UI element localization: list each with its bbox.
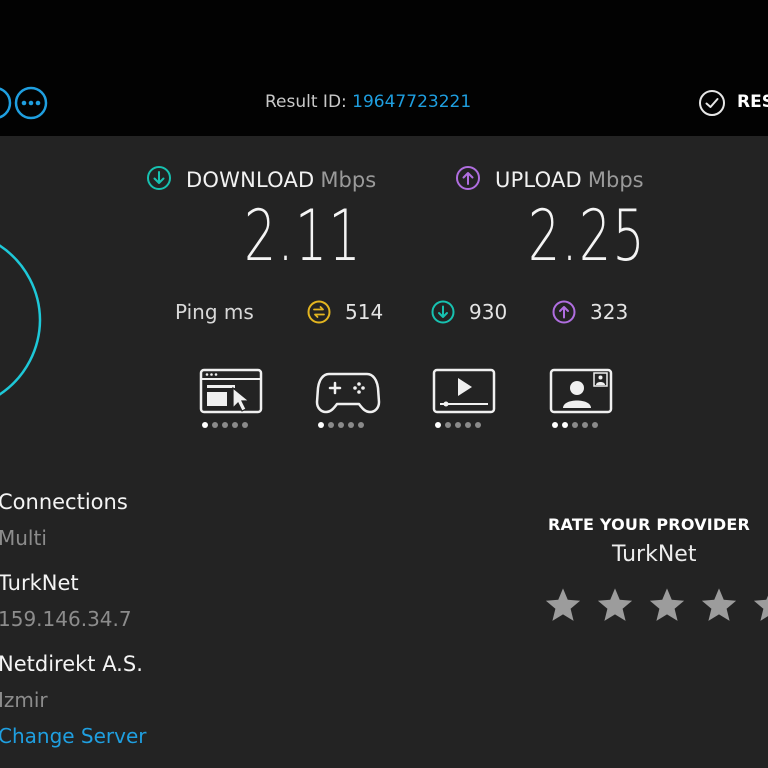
speedtest-result-screen: Result ID: 19647723221 RESULTS DOWNLOAD … — [0, 0, 768, 768]
web-browsing-rating[interactable] — [199, 366, 265, 430]
rating-dot — [212, 422, 218, 428]
video-chat-rating[interactable] — [549, 366, 615, 430]
check-circle-icon[interactable] — [698, 89, 726, 121]
upload-label: UPLOAD — [495, 168, 582, 192]
download-label: DOWNLOAD — [186, 168, 315, 192]
rating-dot — [475, 422, 481, 428]
server-city: Izmir — [0, 688, 48, 712]
rating-dot — [455, 422, 461, 428]
gaming-rating[interactable] — [315, 366, 381, 430]
video-streaming-dots — [435, 422, 481, 428]
video-chat-icon — [549, 368, 613, 414]
share-icon[interactable] — [0, 86, 12, 124]
speed-gauge — [0, 230, 50, 414]
rating-dot — [318, 422, 324, 428]
more-options-icon[interactable] — [14, 86, 48, 124]
star-icon-3[interactable] — [648, 586, 686, 624]
rating-dot — [562, 422, 568, 428]
star-icon-1[interactable] — [544, 586, 582, 624]
isp-ip-address: 159.146.34.7 — [0, 607, 132, 631]
download-unit: Mbps — [320, 168, 377, 192]
rating-dot — [552, 422, 558, 428]
download-header: DOWNLOAD Mbps — [146, 165, 376, 195]
upload-arrow-icon — [455, 165, 481, 195]
ping-row: Ping ms 514 930 323 — [175, 300, 645, 330]
rating-dot — [445, 422, 451, 428]
rating-dot — [232, 422, 238, 428]
results-button[interactable]: RESULTS — [737, 92, 768, 112]
connections-value[interactable]: Multi — [0, 526, 47, 550]
connections-title: Connections — [0, 490, 128, 514]
idle-latency-icon — [307, 300, 331, 324]
download-speed-value: 2.11 — [244, 195, 362, 277]
web-browsing-icon — [199, 368, 263, 414]
upload-header: UPLOAD Mbps — [455, 165, 644, 195]
rating-dot — [242, 422, 248, 428]
rating-dot — [348, 422, 354, 428]
ping-download: 930 — [431, 300, 507, 324]
web-browsing-dots — [202, 422, 248, 428]
rating-dot — [328, 422, 334, 428]
video-streaming-rating[interactable] — [432, 366, 498, 430]
rating-dot — [338, 422, 344, 428]
rating-dot — [202, 422, 208, 428]
ping-label: Ping ms — [175, 300, 254, 324]
ping-idle-value: 514 — [345, 300, 384, 324]
rating-stars — [544, 586, 768, 624]
ping-upload: 323 — [552, 300, 628, 324]
top-bar: Result ID: 19647723221 RESULTS — [0, 0, 768, 136]
ping-upload-value: 323 — [590, 300, 629, 324]
rating-dot — [358, 422, 364, 428]
star-icon-5[interactable] — [752, 586, 768, 624]
rating-dot — [465, 422, 471, 428]
result-id-row: Result ID: 19647723221 — [265, 92, 471, 112]
upload-latency-icon — [552, 300, 576, 324]
star-icon-4[interactable] — [700, 586, 738, 624]
download-latency-icon — [431, 300, 455, 324]
result-id-link[interactable]: 19647723221 — [352, 92, 471, 112]
server-name: Netdirekt A.S. — [0, 652, 143, 676]
rate-provider-name: TurkNet — [612, 542, 697, 567]
video-chat-dots — [552, 422, 598, 428]
video-play-icon — [432, 368, 496, 414]
upload-unit: Mbps — [587, 168, 644, 192]
change-server-link[interactable]: Change Server — [0, 724, 147, 748]
star-icon-2[interactable] — [596, 586, 634, 624]
rating-dot — [435, 422, 441, 428]
rating-dot — [572, 422, 578, 428]
isp-name: TurkNet — [0, 571, 79, 595]
upload-speed-value: 2.25 — [528, 195, 646, 277]
rating-dot — [222, 422, 228, 428]
download-arrow-icon — [146, 165, 172, 195]
ping-idle: 514 — [307, 300, 383, 324]
ping-download-value: 930 — [469, 300, 508, 324]
gaming-dots — [318, 422, 364, 428]
game-controller-icon — [315, 372, 381, 414]
rate-provider-title: RATE YOUR PROVIDER — [548, 515, 751, 534]
rating-dot — [582, 422, 588, 428]
rating-dot — [592, 422, 598, 428]
result-id-label: Result ID: — [265, 92, 353, 112]
